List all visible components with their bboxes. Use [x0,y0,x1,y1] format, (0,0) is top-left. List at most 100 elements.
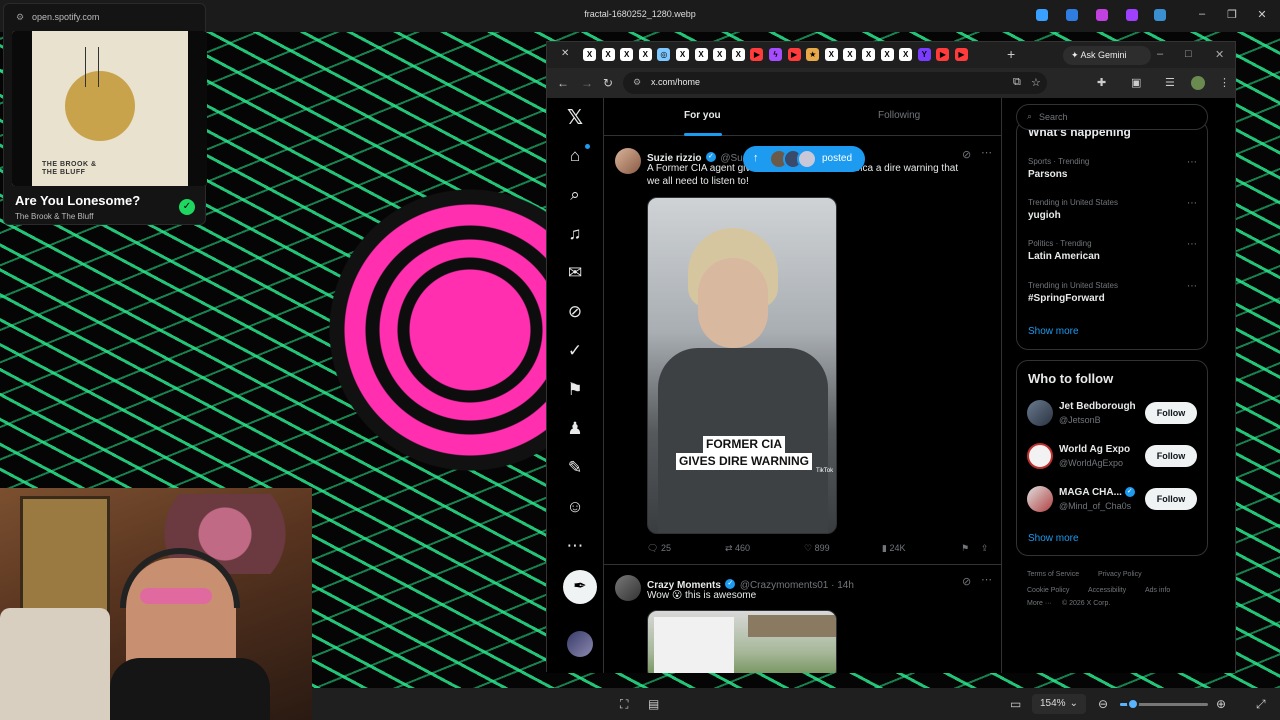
twitch-icon[interactable]: ϟ [769,48,782,61]
post-button[interactable]: ✒ [563,570,597,604]
extensions-icon[interactable]: ✚ [1097,76,1106,89]
menu-icon[interactable]: ⋮ [1219,76,1230,89]
ask-gemini-button[interactable]: ✦ Ask Gemini [1063,46,1151,65]
views-button[interactable]: ▮ 24K [882,543,905,554]
suggestion-avatar[interactable] [1027,486,1053,512]
url-text[interactable]: x.com/home [651,77,700,87]
app-icon[interactable] [1066,9,1078,21]
like-button[interactable]: ♡ 899 [804,543,830,554]
x-icon[interactable]: X [843,48,857,61]
trend-more-icon[interactable]: ⋯ [1187,281,1197,292]
follow-show-more-link[interactable]: Show more [1028,533,1079,544]
post-more-icon[interactable]: ⋯ [981,573,992,586]
suggestion-name[interactable]: World Ag Expo [1059,444,1130,455]
suggestion-avatar[interactable] [1027,400,1053,426]
follow-button[interactable]: Follow [1145,402,1197,424]
minimize-icon[interactable]: – [1195,8,1209,20]
post-video[interactable]: FORMER CIA GIVES DIRE WARNING TikTok [647,197,837,534]
x-icon[interactable]: X [676,48,689,61]
reply-button[interactable]: 🗨 25 [647,543,671,554]
messages-icon[interactable]: ✉ [563,261,587,285]
youtube-icon[interactable]: ▶ [955,48,968,61]
bookmark-icon[interactable]: ★ [806,48,820,61]
profile-avatar[interactable] [1191,76,1205,90]
ocr-icon[interactable]: ▤ [648,697,659,711]
x-icon[interactable]: X [713,48,727,61]
notifications-bell-icon[interactable]: ♫ [563,222,587,246]
youtube-icon[interactable]: ▶ [787,48,801,61]
post-more-icon[interactable]: ⋯ [981,146,992,159]
x-icon[interactable]: X [694,48,708,61]
follow-button[interactable]: Follow [1145,445,1197,467]
articles-icon[interactable]: ✎ [563,456,587,480]
trend-name[interactable]: Latin American [1028,251,1100,262]
footer-ads-link[interactable]: Ads info [1145,587,1170,594]
yahoo-icon[interactable]: Y [917,48,931,61]
bookmark-star-icon[interactable]: ☆ [1031,76,1041,89]
footer-privacy-link[interactable]: Privacy Policy [1098,571,1142,578]
x-icon[interactable]: X [583,48,596,61]
reload-icon[interactable]: ↻ [603,76,613,90]
tab-following[interactable]: Following [878,110,920,121]
jobs-icon[interactable]: ♟ [563,417,587,441]
grok-icon[interactable]: ⊘ [563,300,587,324]
suggestion-avatar[interactable] [1027,443,1053,469]
x-icon[interactable]: X [824,48,838,61]
forward-icon[interactable]: → [581,76,593,90]
zoom-level-select[interactable]: 154% ⌄ [1032,694,1086,714]
x-logo-icon[interactable]: 𝕏 [563,106,587,130]
footer-accessibility-link[interactable]: Accessibility [1088,587,1126,594]
post-author-handle[interactable]: @Crazymoments01 · 14h [740,580,854,591]
x-icon[interactable]: X [731,48,745,61]
onedrive-icon[interactable] [1154,9,1166,21]
footer-more-link[interactable]: More ··· [1027,600,1052,607]
grok-icon[interactable]: ⊘ [962,148,971,161]
post-video[interactable] [647,610,837,673]
back-icon[interactable]: ← [557,76,569,90]
app-icon[interactable] [1126,9,1138,21]
trend-more-icon[interactable]: ⋯ [1187,157,1197,168]
repost-button[interactable]: ⇄ 460 [725,543,750,554]
trend-more-icon[interactable]: ⋯ [1187,198,1197,209]
x-icon[interactable]: X [880,48,894,61]
post-avatar[interactable] [615,575,641,601]
trend-name[interactable]: #SpringForward [1028,293,1105,304]
home-icon[interactable]: ⌂ [563,144,587,168]
maximize-icon[interactable]: ❐ [1225,8,1239,21]
trend-name[interactable]: yugioh [1028,210,1061,221]
track-artist[interactable]: The Brook & The Bluff [15,212,93,221]
search-input[interactable]: ⌕ Search [1016,104,1208,130]
site-info-icon[interactable]: ⚙ [633,77,641,88]
install-app-icon[interactable]: ⧉ [1013,76,1021,89]
new-tab-icon[interactable]: + [1007,46,1015,62]
youtube-icon[interactable]: ▶ [936,48,950,61]
spotify-miniplayer[interactable]: ⚙ open.spotify.com THE BROOK & THE BLUFF… [3,3,207,225]
maximize-icon[interactable]: □ [1185,48,1192,60]
x-icon[interactable]: X [601,48,615,61]
suggestion-name[interactable]: MAGA CHA... [1059,487,1122,498]
footer-cookie-link[interactable]: Cookie Policy [1027,587,1069,594]
reading-list-icon[interactable]: ☰ [1165,76,1175,89]
trends-show-more-link[interactable]: Show more [1028,326,1079,337]
app-icon[interactable] [1096,9,1108,21]
more-icon[interactable]: ⋯ [563,534,587,558]
track-title[interactable]: Are You Lonesome? [15,193,140,208]
profile-icon[interactable]: ☺ [563,495,587,519]
x-icon[interactable]: X [638,48,652,61]
account-avatar[interactable] [567,631,593,657]
bookmarks-icon[interactable]: ⚑ [563,378,587,402]
actual-size-icon[interactable]: ▭ [1010,697,1021,711]
post-avatar[interactable] [615,148,641,174]
footer-terms-link[interactable]: Terms of Service [1027,571,1079,578]
follow-button[interactable]: Follow [1145,488,1197,510]
fit-to-window-icon[interactable]: ⛶ [620,697,628,712]
trend-name[interactable]: Parsons [1028,169,1067,180]
grok-icon[interactable]: ⊘ [962,575,971,588]
zoom-in-icon[interactable]: ⊕ [1216,697,1226,711]
share-icon[interactable]: ⇪ [981,543,989,554]
tab-for-you[interactable]: For you [684,110,721,121]
suggestion-name[interactable]: Jet Bedborough [1059,401,1136,412]
youtube-icon[interactable]: ▶ [750,48,764,61]
globe-icon[interactable]: ◎ [657,48,671,61]
explore-search-icon[interactable]: ⌕ [563,183,587,207]
